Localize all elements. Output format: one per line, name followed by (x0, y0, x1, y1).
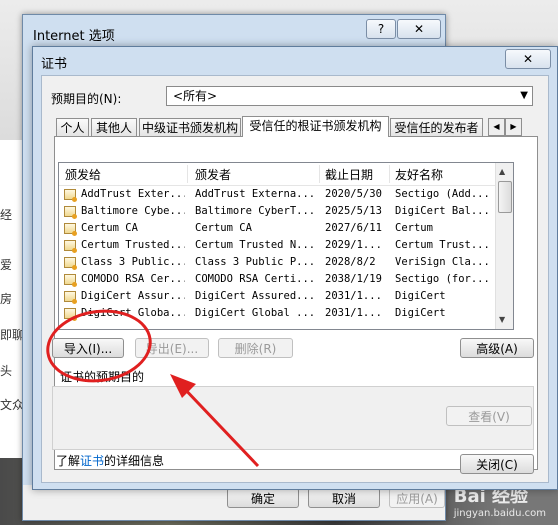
annotation-arrow (170, 374, 260, 468)
tab-trusted-root-ca[interactable]: 受信任的根证书颁发机构 (242, 116, 389, 137)
annotation-arrow-head (170, 374, 196, 398)
annotation-arrow-line (178, 382, 260, 468)
